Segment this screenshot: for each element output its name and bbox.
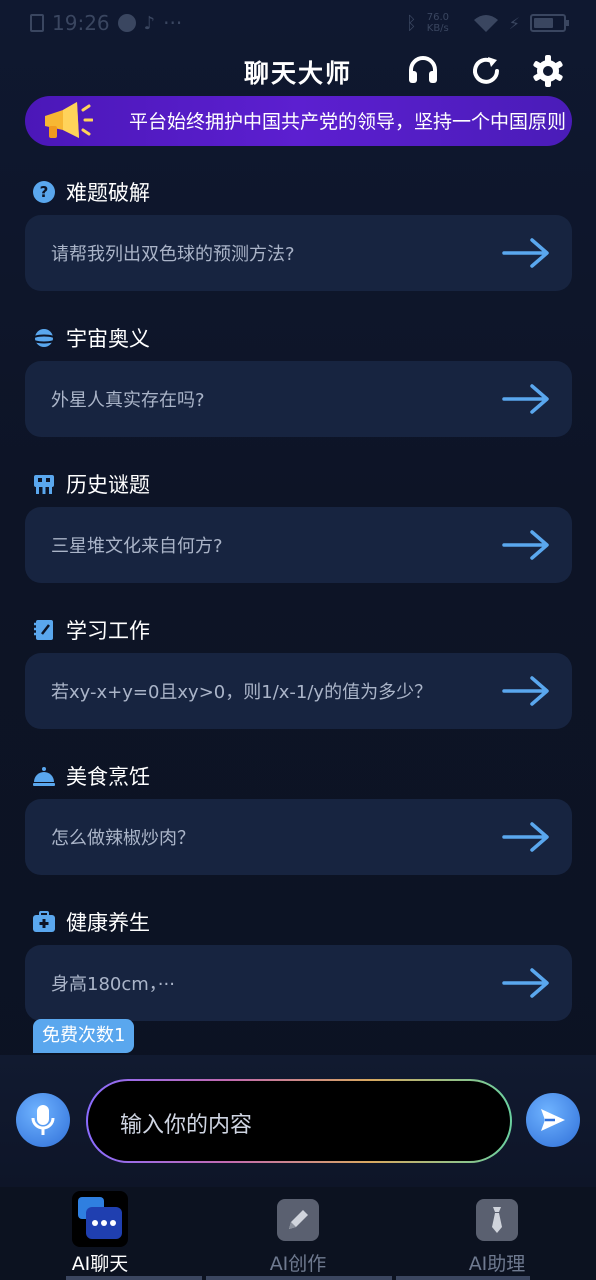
question-text: 三星堆文化来自何方?: [51, 536, 223, 557]
planet-icon: [32, 326, 56, 350]
question-card[interactable]: 身高180cm，···: [25, 945, 572, 1021]
section-label: 美食烹饪: [66, 765, 150, 789]
notification-icon: [117, 14, 136, 32]
announcement-banner[interactable]: 平台始终拥护中国共产党的领导，坚持一个中国原则: [25, 96, 572, 146]
input-bar: 输入你的内容: [0, 1055, 596, 1187]
tab-label: AI聊天: [71, 1253, 129, 1275]
section-header-universe: 宇宙奥义: [32, 322, 150, 354]
charging-icon: ⚡: [508, 13, 520, 33]
cloche-icon: [32, 764, 56, 788]
refresh-icon[interactable]: [469, 54, 503, 88]
megaphone-icon: [39, 100, 94, 142]
arrow-right-icon[interactable]: [502, 529, 550, 561]
arrow-right-icon[interactable]: [502, 967, 550, 999]
question-card[interactable]: 怎么做辣椒炒肉？: [25, 799, 572, 875]
tab-ai-assistant[interactable]: AI助理: [427, 1187, 567, 1280]
net-speed: 76.0 KB/s: [426, 12, 450, 34]
status-more: ···: [163, 11, 183, 35]
tab-ai-chat[interactable]: AI聊天: [30, 1187, 170, 1280]
status-time: 19:26: [52, 11, 110, 35]
battery-icon: [530, 14, 569, 32]
tab-label: AI创作: [269, 1253, 327, 1275]
section-label: 健康养生: [66, 911, 150, 935]
question-card[interactable]: 若xy-x+y=0且xy>0，则1/x-1/y的值为多少？: [25, 653, 572, 729]
pencil-icon: [277, 1199, 319, 1241]
app-header: 聊天大师: [0, 46, 596, 96]
bluetooth-icon: ᛒ: [405, 12, 417, 34]
arrow-right-icon[interactable]: [502, 237, 550, 269]
announcement-text: 平台始终拥护中国共产党的领导，坚持一个中国原则: [129, 111, 567, 133]
arrow-right-icon[interactable]: [502, 383, 550, 415]
arrow-right-icon[interactable]: [502, 821, 550, 853]
question-text: 请帮我列出双色球的预测方法?: [51, 244, 295, 265]
section-label: 学习工作: [66, 619, 150, 643]
tab-ai-create[interactable]: AI创作: [228, 1187, 368, 1280]
gear-icon[interactable]: [531, 54, 565, 88]
input-placeholder: 输入你的内容: [120, 1113, 253, 1138]
sim-icon: [30, 14, 44, 32]
message-input[interactable]: 输入你的内容: [86, 1079, 512, 1163]
wifi-icon: [473, 15, 498, 32]
question-card[interactable]: 外星人真实存在吗?: [25, 361, 572, 437]
free-count-badge: 免费次数1: [33, 1019, 135, 1053]
question-card[interactable]: 三星堆文化来自何方?: [25, 507, 572, 583]
tab-divider: [206, 1276, 392, 1280]
chat-master-screen: 19:26 ♪ ··· ᛒ 76.0 KB/s ⚡ 聊天大师 平台始终拥护中国共…: [0, 0, 596, 1280]
send-button[interactable]: [526, 1093, 580, 1147]
question-card[interactable]: 请帮我列出双色球的预测方法?: [25, 215, 572, 291]
microphone-icon: [31, 1105, 55, 1135]
tab-label: AI助理: [468, 1253, 526, 1275]
totem-icon: [32, 472, 56, 496]
arrow-right-icon[interactable]: [502, 675, 550, 707]
mic-button[interactable]: [16, 1093, 70, 1147]
section-header-study-work: 学习工作: [32, 614, 150, 646]
section-header-health: 健康养生: [32, 906, 150, 938]
battery-fill: [534, 18, 554, 28]
section-header-history: 历史谜题: [32, 468, 150, 500]
question-text: 外星人真实存在吗?: [51, 390, 205, 411]
section-header-puzzles: ? 难题破解: [32, 176, 150, 208]
status-bar: 19:26 ♪ ··· ᛒ 76.0 KB/s ⚡: [0, 0, 596, 46]
notebook-icon: [32, 618, 56, 642]
tiktok-icon: ♪: [143, 12, 156, 34]
question-text: 身高180cm，···: [51, 974, 175, 995]
necktie-icon: [476, 1199, 518, 1241]
headset-icon[interactable]: [406, 54, 440, 88]
section-header-cooking: 美食烹饪: [32, 760, 150, 792]
page-title: 聊天大师: [243, 59, 352, 88]
question-text: 怎么做辣椒炒肉？: [51, 828, 195, 849]
question-text: 若xy-x+y=0且xy>0，则1/x-1/y的值为多少？: [51, 682, 433, 703]
svg-text:?: ?: [40, 183, 49, 201]
bottom-tab-bar: AI聊天 AI创作 AI助理: [0, 1187, 596, 1280]
section-label: 历史谜题: [66, 473, 150, 497]
chat-bubble-icon: [72, 1191, 128, 1247]
section-label: 难题破解: [66, 181, 150, 205]
send-icon: [541, 1109, 565, 1131]
section-label: 宇宙奥义: [66, 327, 150, 351]
medkit-icon: [32, 910, 56, 934]
tab-divider: [66, 1276, 202, 1280]
question-icon: ?: [32, 180, 56, 204]
tab-divider: [396, 1276, 530, 1280]
